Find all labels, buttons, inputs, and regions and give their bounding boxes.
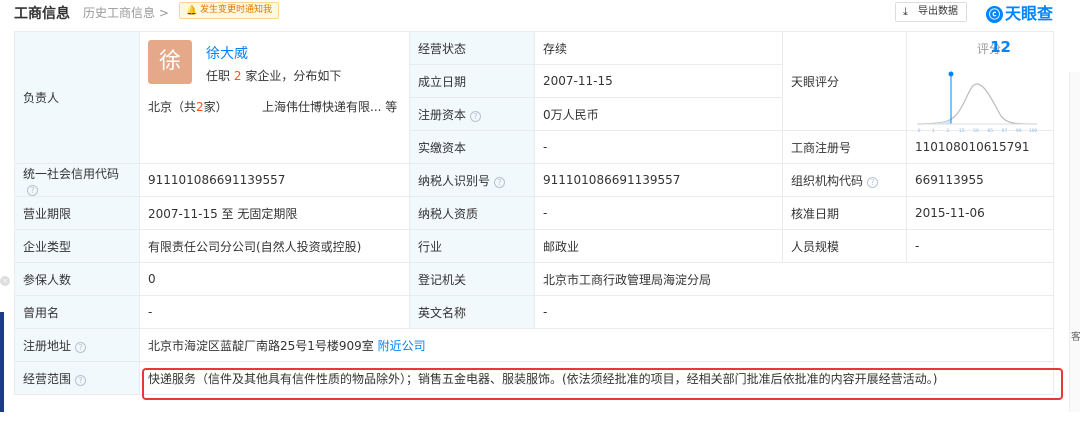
- tab-history-info[interactable]: 历史工商信息 >: [83, 4, 169, 21]
- insured-value: 0: [139, 262, 410, 296]
- credit-code-value: 911101086691139557: [139, 163, 410, 197]
- scope-value: 快递服务（信件及其他具有信件性质的物品除外）；销售五金电器、服装服饰。(依法须经…: [139, 361, 1054, 395]
- legal-rep-cell: 徐 徐大威 任职 2 家企业，分布如下 北京（共2家） 上海伟仕博快递有限...…: [139, 31, 410, 164]
- credit-code-label: 统一社会信用代码: [23, 166, 120, 181]
- score-tick-label: 3: [946, 128, 949, 134]
- score-tick-label: 85: [987, 128, 993, 134]
- brand-name: 天眼查: [1005, 4, 1054, 23]
- industry-label: 行业: [409, 229, 535, 263]
- taxpayer-id-value: 911101086691139557: [534, 163, 783, 197]
- score-value: 12: [990, 38, 1011, 56]
- score-marker-icon: [948, 71, 954, 77]
- legal-rep-label: 负责人: [14, 31, 140, 164]
- right-side-text[interactable]: 客: [1071, 328, 1080, 343]
- address-label-cell: 注册地址?: [14, 328, 140, 362]
- industry-value: 邮政业: [534, 229, 783, 263]
- former-name-label: 曾用名: [14, 295, 140, 329]
- score-tick-label: 1: [932, 128, 935, 134]
- en-name-label: 英文名称: [409, 295, 535, 329]
- org-code-value: 669113955: [906, 163, 1054, 197]
- help-icon[interactable]: ?: [867, 176, 879, 188]
- type-label: 企业类型: [14, 229, 140, 263]
- former-name-value: -: [139, 295, 410, 329]
- taxpayer-qual-value: -: [534, 196, 783, 230]
- reg-capital-value: 0万人民币: [534, 97, 783, 131]
- help-icon[interactable]: ?: [470, 110, 482, 122]
- download-icon: ⤓: [903, 5, 908, 18]
- right-side-panel: [1069, 72, 1080, 412]
- en-name-value: -: [534, 295, 1054, 329]
- status-value: 存续: [534, 31, 783, 65]
- reg-no-value: 110108010615791: [906, 130, 1054, 164]
- close-icon[interactable]: ×: [0, 276, 10, 286]
- brand-logo: ⓒ 天眼查: [986, 0, 1053, 24]
- notify-label: 发生变更时通知我: [200, 5, 273, 15]
- status-label: 经营状态: [409, 31, 535, 65]
- score-tick-label: 0: [918, 128, 921, 134]
- help-icon[interactable]: ?: [494, 176, 506, 188]
- legal-rep-region[interactable]: 北京（共2家）: [148, 98, 228, 115]
- bell-icon: 🔔: [186, 6, 198, 16]
- notify-change-button[interactable]: 🔔 发生变更时通知我: [179, 2, 280, 19]
- authority-value: 北京市工商行政管理局海淀分局: [534, 262, 1054, 296]
- score-cell[interactable]: 评分 12 0 1 3 15 50 85 97 99 100: [906, 31, 1054, 134]
- org-code-label-cell: 组织机构代码?: [782, 163, 907, 197]
- paid-capital-value: -: [534, 130, 783, 164]
- reg-no-label: 工商注册号: [782, 130, 907, 164]
- taxpayer-id-label-cell: 纳税人识别号?: [409, 163, 535, 197]
- help-icon[interactable]: ?: [75, 374, 87, 386]
- score-tick-label: 99: [1016, 128, 1022, 134]
- score-tick-label: 97: [1002, 128, 1008, 134]
- taxpayer-qual-label: 纳税人资质: [409, 196, 535, 230]
- help-icon[interactable]: ?: [75, 341, 87, 353]
- score-distribution-chart: 0 1 3 15 50 85 97 99 100: [916, 71, 1038, 134]
- left-side-strip: [0, 312, 4, 412]
- founded-label: 成立日期: [409, 64, 535, 98]
- reg-capital-label: 注册资本: [418, 107, 467, 122]
- founded-value: 2007-11-15: [534, 64, 783, 98]
- taxpayer-id-label: 纳税人识别号: [418, 173, 491, 188]
- credit-code-label-cell: 统一社会信用代码?: [14, 163, 140, 197]
- score-tick-label: 100: [1029, 128, 1038, 134]
- brand-mark-icon: ⓒ: [986, 6, 1003, 23]
- score-label: 天眼评分: [782, 31, 907, 131]
- authority-label: 登记机关: [409, 262, 535, 296]
- help-icon[interactable]: ?: [27, 184, 38, 196]
- header-bar: 工商信息 历史工商信息 > 🔔 发生变更时通知我 ⤓ 导出数据 ⓒ 天眼查: [0, 0, 1062, 24]
- reg-capital-label-cell: 注册资本?: [409, 97, 535, 131]
- address-label: 注册地址: [23, 338, 72, 353]
- term-label: 营业期限: [14, 196, 140, 230]
- score-tick-label: 15: [959, 128, 965, 134]
- business-info-table: 负责人 徐 徐大威 任职 2 家企业，分布如下 北京（共2家） 上海伟仕博快递有…: [14, 31, 1054, 395]
- org-code-label: 组织机构代码: [791, 173, 864, 188]
- export-label: 导出数据: [918, 6, 958, 17]
- tab-business-info[interactable]: 工商信息: [14, 3, 70, 23]
- approve-date-value: 2015-11-06: [906, 196, 1054, 230]
- staff-label: 人员规模: [782, 229, 907, 263]
- legal-rep-company[interactable]: 上海伟仕博快递有限... 等: [262, 98, 397, 115]
- legal-rep-summary: 任职 2 家企业，分布如下: [206, 69, 342, 83]
- scope-label: 经营范围: [23, 371, 72, 386]
- address-value: 北京市海淀区蓝靛厂南路25号1号楼909室: [148, 338, 374, 353]
- paid-capital-label: 实缴资本: [409, 130, 535, 164]
- address-cell: 北京市海淀区蓝靛厂南路25号1号楼909室 附近公司: [139, 328, 1054, 362]
- export-data-button[interactable]: ⤓ 导出数据: [895, 2, 967, 22]
- nearby-companies-link[interactable]: 附近公司: [378, 339, 426, 353]
- insured-label: 参保人数: [14, 262, 140, 296]
- staff-value: -: [906, 229, 1054, 263]
- term-value: 2007-11-15 至 无固定期限: [139, 196, 410, 230]
- scope-label-cell: 经营范围?: [14, 361, 140, 395]
- approve-date-label: 核准日期: [782, 196, 907, 230]
- type-value: 有限责任公司分公司(自然人投资或控股): [139, 229, 410, 263]
- score-tick-label: 50: [973, 128, 979, 134]
- legal-rep-name-link[interactable]: 徐大威: [206, 43, 248, 63]
- avatar: 徐: [148, 40, 192, 84]
